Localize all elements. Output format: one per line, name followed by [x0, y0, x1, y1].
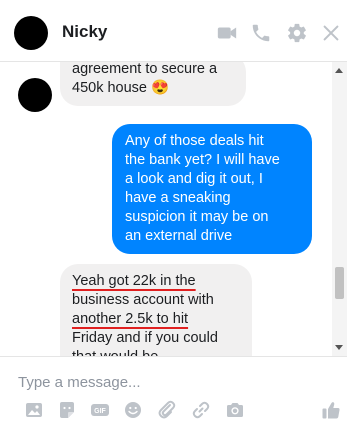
contact-name[interactable]: Nicky — [62, 22, 107, 42]
message-line: business account with — [72, 292, 214, 308]
video-camera-icon[interactable] — [216, 22, 238, 44]
message-line: a look and dig it out, I — [125, 171, 263, 187]
chat-header: Nicky — [0, 0, 347, 62]
emoji-icon[interactable] — [123, 400, 143, 420]
thumbs-up-icon[interactable] — [321, 400, 341, 420]
message-input[interactable] — [18, 371, 318, 393]
scroll-up-arrow-icon[interactable] — [335, 68, 343, 73]
message-line: an external drive — [125, 228, 233, 244]
message-line-underlined: another 2.5k to hit — [72, 311, 189, 327]
message-bubble-incoming: agreement to secure a 450k house 😍 — [60, 62, 246, 106]
camera-icon[interactable] — [225, 400, 245, 420]
image-icon[interactable] — [24, 400, 44, 420]
message-line: that would be — [72, 348, 240, 356]
attach-icon[interactable] — [157, 400, 177, 420]
gif-icon[interactable]: GIF — [90, 400, 110, 420]
scroll-down-arrow-icon[interactable] — [335, 345, 343, 350]
message-bubble-incoming: Yeah got 22k in the business account wit… — [60, 264, 252, 356]
close-icon[interactable] — [320, 22, 342, 44]
message-line: Friday and if you could — [72, 330, 218, 346]
message-line: Any of those deals hit — [125, 133, 264, 149]
message-line: 450k house 😍 — [72, 80, 170, 96]
message-bubble-outgoing: Any of those deals hit the bank yet? I w… — [112, 124, 312, 254]
message-scrollbar[interactable] — [332, 62, 347, 356]
scroll-thumb[interactable] — [335, 267, 344, 299]
message-line-underlined: Yeah got 22k in the — [72, 273, 196, 289]
gear-icon[interactable] — [286, 22, 308, 44]
svg-text:GIF: GIF — [94, 408, 106, 415]
sticker-icon[interactable] — [57, 400, 77, 420]
contact-avatar-small[interactable] — [18, 78, 52, 112]
message-line: suspicion it may be on — [125, 209, 269, 225]
message-thread[interactable]: agreement to secure a 450k house 😍 Any o… — [0, 62, 347, 356]
message-line: agreement to secure a — [72, 62, 218, 77]
contact-avatar[interactable] — [14, 16, 48, 50]
message-line: the bank yet? I will have — [125, 152, 280, 168]
message-line: have a sneaking — [125, 190, 231, 206]
phone-icon[interactable] — [250, 22, 272, 44]
link-icon[interactable] — [191, 400, 211, 420]
